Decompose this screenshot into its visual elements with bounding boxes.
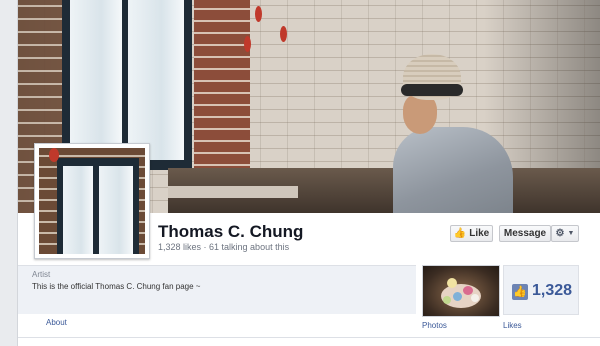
gear-icon: ⚙ (555, 228, 565, 239)
about-link[interactable]: About (46, 318, 67, 327)
message-button[interactable]: Message (499, 225, 551, 242)
cover-red-ornament (280, 26, 287, 42)
photos-link[interactable]: Photos (422, 321, 447, 330)
thumbs-up-icon: 👍 (453, 228, 467, 239)
thumbs-up-icon: 👍 (512, 284, 528, 300)
divider (18, 337, 600, 338)
like-button-label: Like (469, 228, 490, 239)
cover-person (373, 52, 533, 213)
cover-window-sill (168, 186, 298, 198)
page-category: Artist (32, 270, 51, 279)
message-button-label: Message (503, 228, 547, 239)
likes-link[interactable]: Likes (503, 321, 522, 330)
likes-box[interactable]: 👍 1,328 (503, 265, 579, 315)
about-summary: Artist This is the official Thomas C. Ch… (18, 265, 416, 314)
page-container: Thomas C. Chung 1,328 likes · 61 talking… (18, 0, 600, 346)
like-button[interactable]: 👍 Like (450, 225, 493, 242)
cover-red-ornament (244, 36, 251, 52)
likes-count: 1,328 (532, 282, 573, 299)
photos-thumbnail[interactable] (422, 265, 500, 317)
settings-dropdown-button[interactable]: ⚙ ▼ (551, 225, 579, 242)
profile-picture[interactable] (34, 143, 150, 259)
page-description: This is the official Thomas C. Chung fan… (32, 282, 201, 291)
page-name[interactable]: Thomas C. Chung (158, 222, 303, 242)
cover-red-ornament (255, 6, 262, 22)
page-stats: 1,328 likes · 61 talking about this (158, 242, 290, 252)
caret-down-icon: ▼ (567, 230, 575, 237)
